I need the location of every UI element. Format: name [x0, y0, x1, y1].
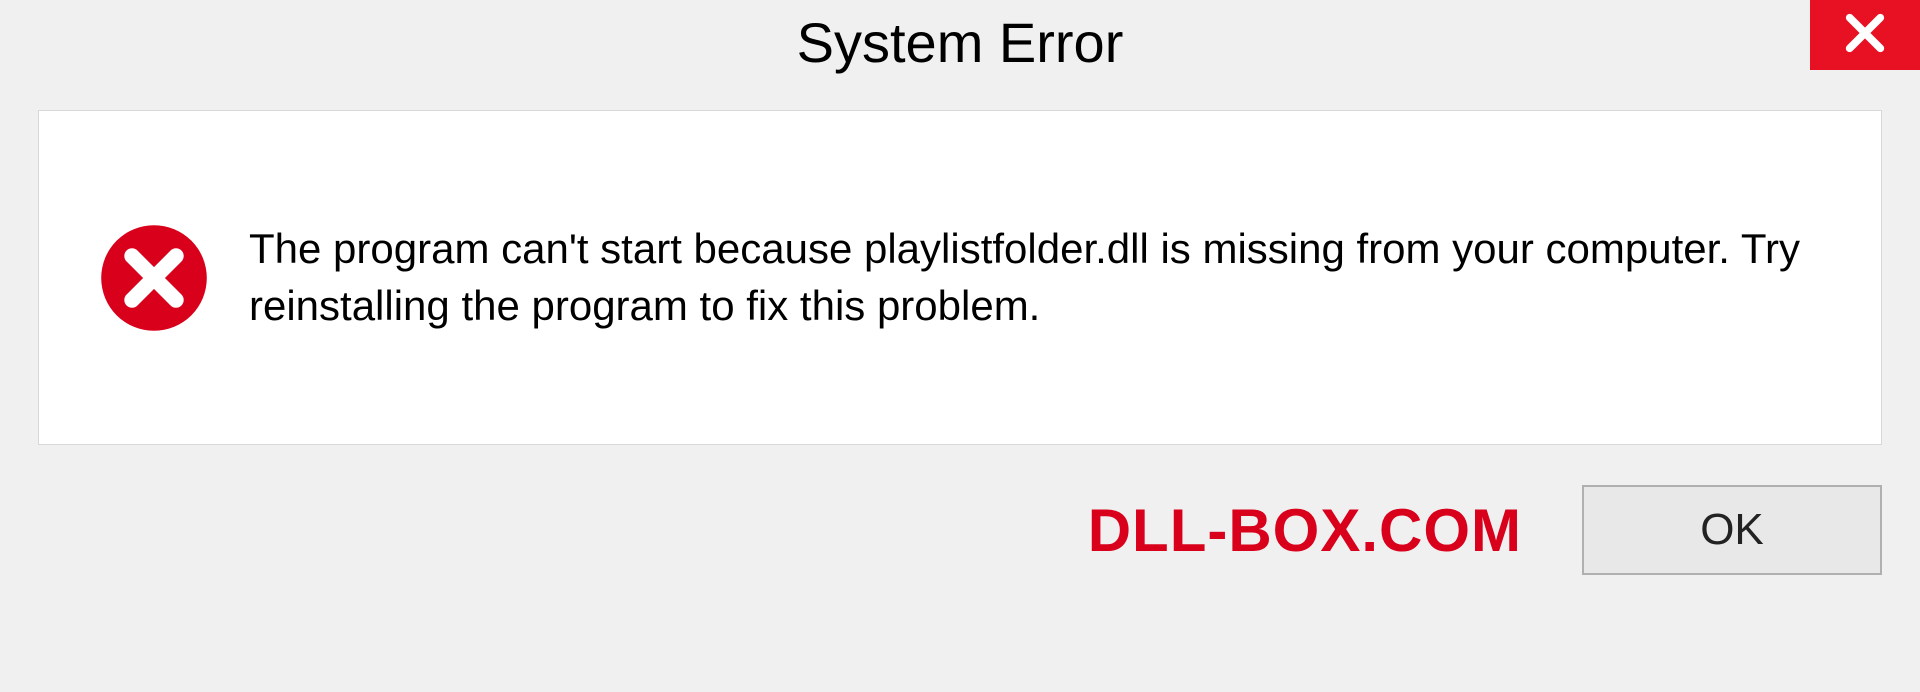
dialog-title: System Error: [797, 10, 1124, 75]
error-message: The program can't start because playlist…: [249, 221, 1821, 334]
titlebar: System Error: [0, 0, 1920, 100]
brand-watermark: DLL-BOX.COM: [1088, 496, 1522, 565]
error-icon: [99, 223, 209, 333]
close-button[interactable]: [1810, 0, 1920, 70]
footer: DLL-BOX.COM OK: [0, 445, 1920, 575]
close-icon: [1842, 10, 1888, 61]
ok-button[interactable]: OK: [1582, 485, 1882, 575]
ok-button-label: OK: [1700, 505, 1764, 555]
message-panel: The program can't start because playlist…: [38, 110, 1882, 445]
